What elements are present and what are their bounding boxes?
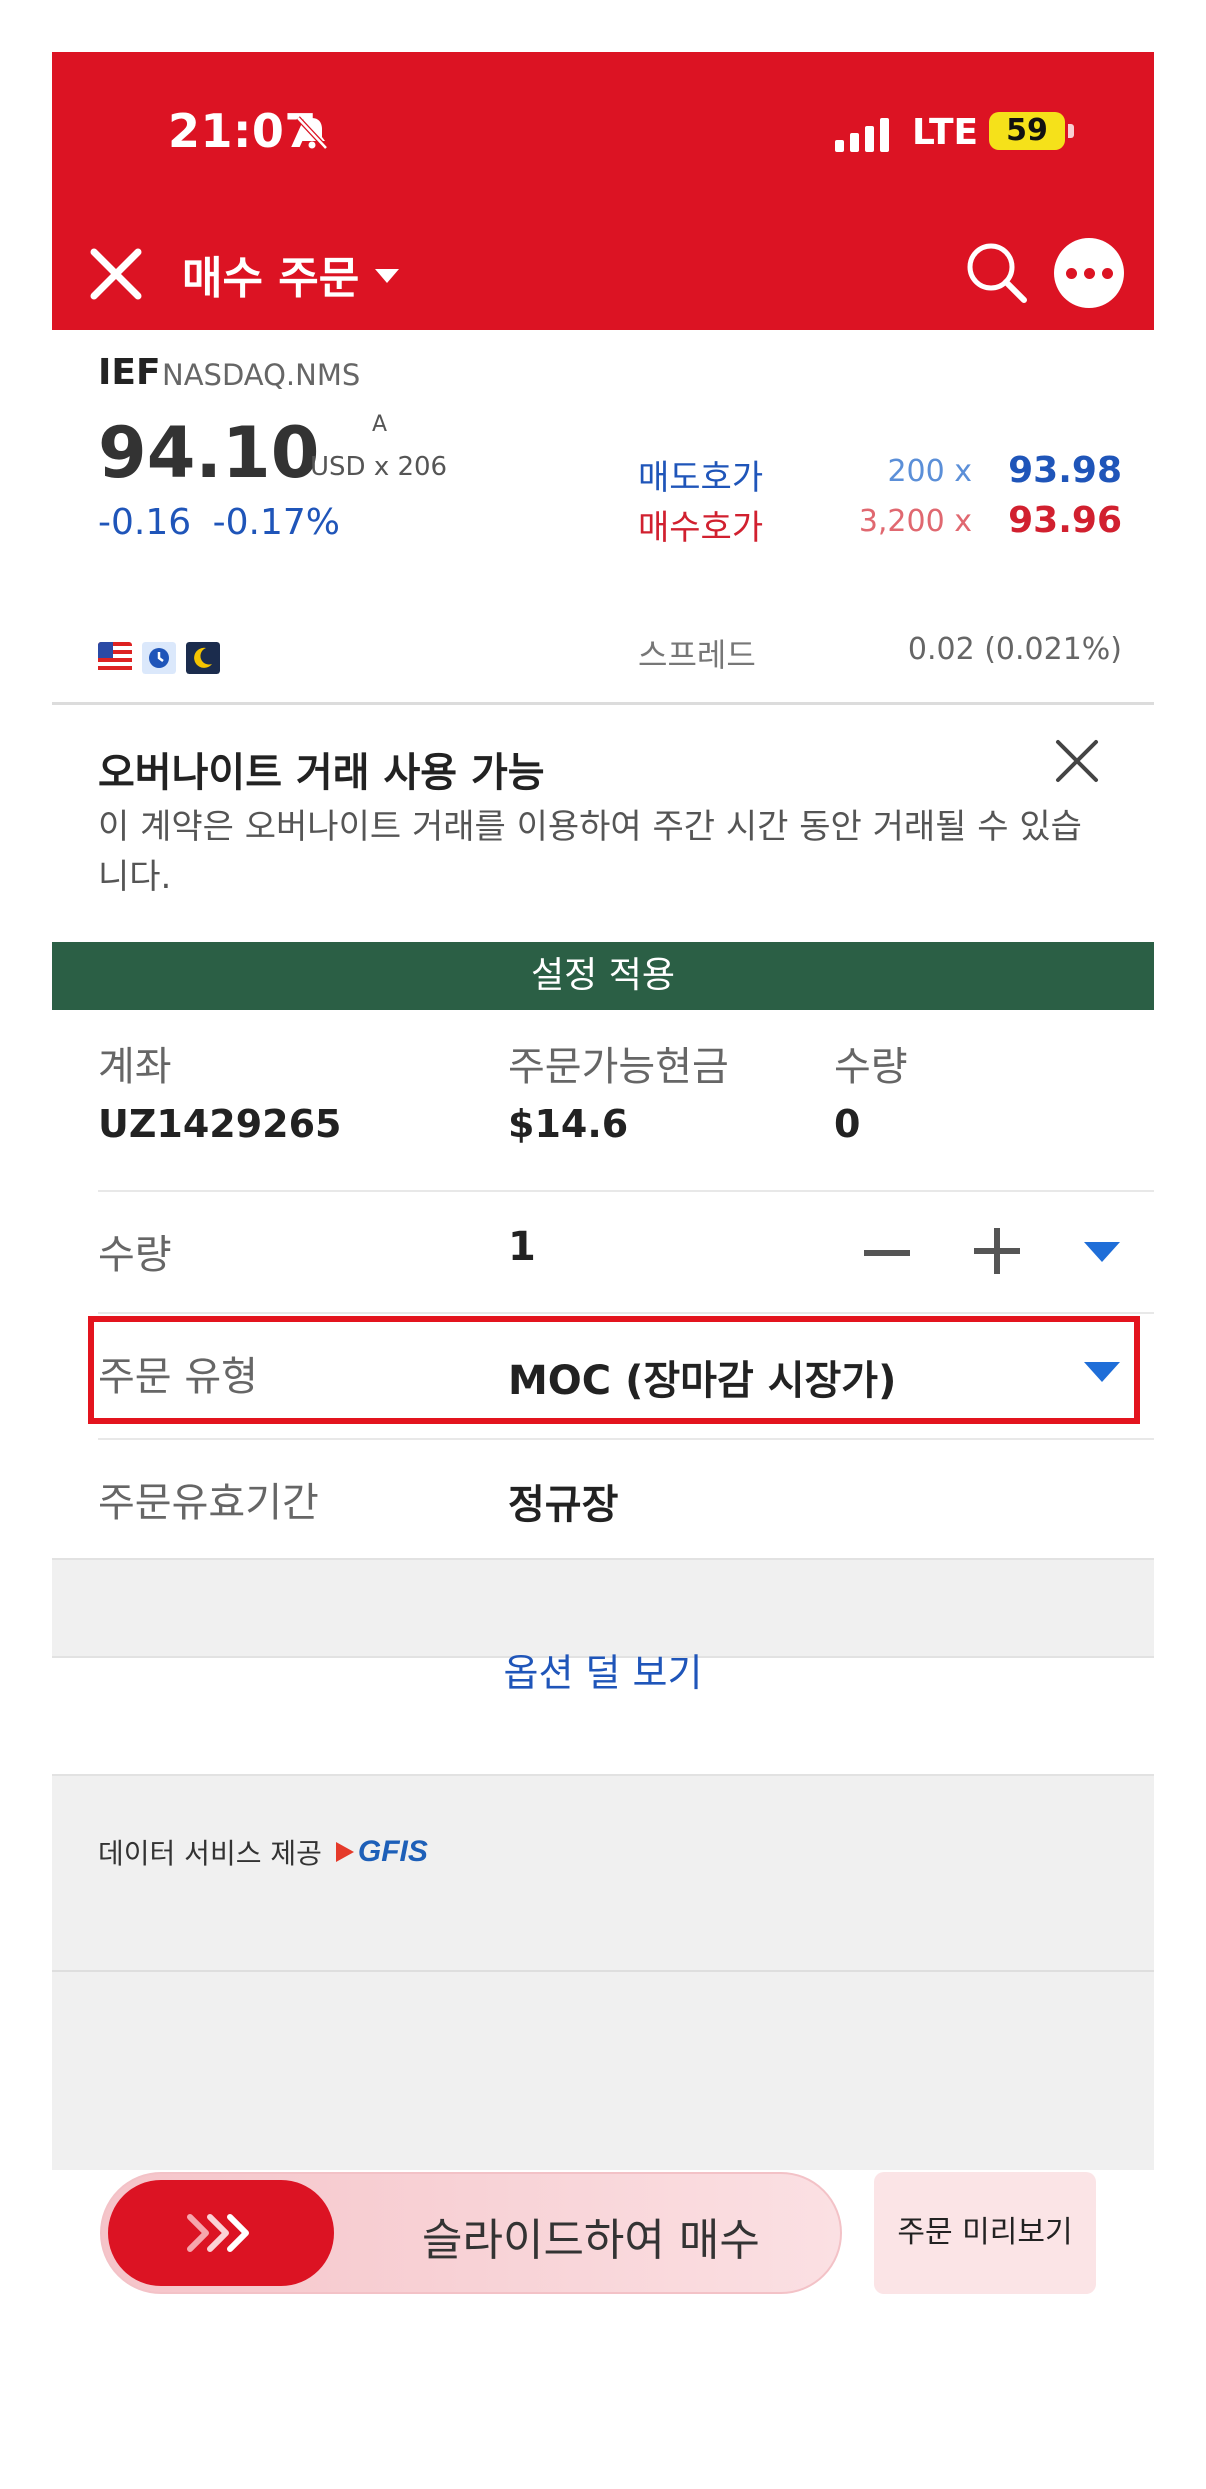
change-value: -0.16 [98,502,192,543]
gfis-arrow-icon [335,1842,354,1862]
cash-label: 주문가능현금 [508,1044,729,1090]
spread-label: 스프레드 [638,636,756,674]
divider [98,1438,1154,1440]
less-options-link[interactable]: 옵션 덜 보기 [52,1642,1154,1697]
search-icon[interactable] [962,238,1030,306]
market-flags [98,642,220,674]
bell-muted-icon [296,116,328,150]
cash-value: $14.6 [508,1102,629,1146]
divider [52,1970,1154,1972]
battery-tip [1068,124,1074,138]
change-percent: -0.17% [212,502,340,543]
plus-icon[interactable] [974,1228,1020,1274]
chevron-down-icon[interactable] [1084,1242,1120,1262]
divider [98,1190,1154,1192]
order-type-select[interactable]: MOC (장마감 시장가) [508,1348,896,1406]
close-icon[interactable] [84,242,148,306]
ask-price: 93.98 [1008,450,1122,491]
order-side-selector[interactable]: 매수 주문 [182,242,400,306]
signal-icon [835,118,889,152]
notice-title: 오버나이트 거래 사용 가능 [98,750,545,796]
quantity-input[interactable]: 1 [508,1224,536,1270]
moon-icon [186,642,220,674]
account-label: 계좌 [98,1044,172,1090]
close-icon[interactable] [1052,736,1102,786]
currency-size: USD x 206 [310,452,448,482]
price-change: -0.16 -0.17% [98,502,340,543]
notice-body: 이 계약은 오버나이트 거래를 이용하여 주간 시간 동안 거래될 수 있습니다… [98,807,1082,897]
battery-icon: 59 [989,112,1065,150]
tif-select[interactable]: 정규장 [508,1472,618,1530]
page-title: 매수 주문 [182,253,360,304]
quote-panel: IEF NASDAQ.NMS 94.10 A USD x 206 -0.16 -… [52,330,1154,705]
gfis-logo-text: GFIS [357,1835,428,1868]
top-bar: 21:07 LTE 59 매수 주문 [52,52,1154,330]
provider-label: 데이터 서비스 제공 [98,1837,322,1870]
minus-icon[interactable] [864,1250,910,1256]
us-flag-icon [98,642,132,674]
tif-label: 주문유효기간 [98,1480,319,1526]
order-preview-button[interactable]: 주문 미리보기 [874,2172,1096,2294]
order-type-label: 주문 유형 [98,1354,258,1400]
position-qty-value: 0 [834,1102,861,1146]
slide-label: 슬라이드하여 매수 [422,2215,760,2266]
slide-to-buy[interactable]: 슬라이드하여 매수 [100,2172,842,2294]
ticker-symbol: IEF [98,352,161,393]
triple-chevron-right-icon [187,2214,249,2252]
gfis-logo: GFIS [335,1835,428,1869]
last-price: 94.10 [98,412,320,494]
chevron-down-icon[interactable] [1084,1362,1120,1382]
chevron-down-icon [375,269,400,283]
account-value[interactable]: UZ1429265 [98,1102,342,1146]
divider [98,1312,1154,1314]
exchange: NASDAQ.NMS [162,358,361,392]
bid-label: 매수호가 [638,508,764,548]
spread-value: 0.02 (0.021%) [907,632,1122,667]
position-qty-label: 수량 [834,1044,908,1090]
slider-handle[interactable] [108,2180,334,2286]
apply-settings-button[interactable]: 설정 적용 [52,942,1154,1010]
bid-price: 93.96 [1008,500,1122,541]
more-options-icon[interactable] [1054,238,1124,308]
data-provider: 데이터 서비스 제공 GFIS [98,1832,428,1872]
price-flag: A [372,412,388,437]
bid-size: 3,200 x [858,504,972,539]
order-screen: 21:07 LTE 59 매수 주문 IEF NASDAQ.NMS 94.10 … [52,52,1154,2437]
ask-size: 200 x [887,454,972,489]
ask-label: 매도호가 [638,458,764,498]
network-type: LTE [912,112,979,153]
clock-icon [142,642,176,674]
quantity-label: 수량 [98,1232,172,1278]
